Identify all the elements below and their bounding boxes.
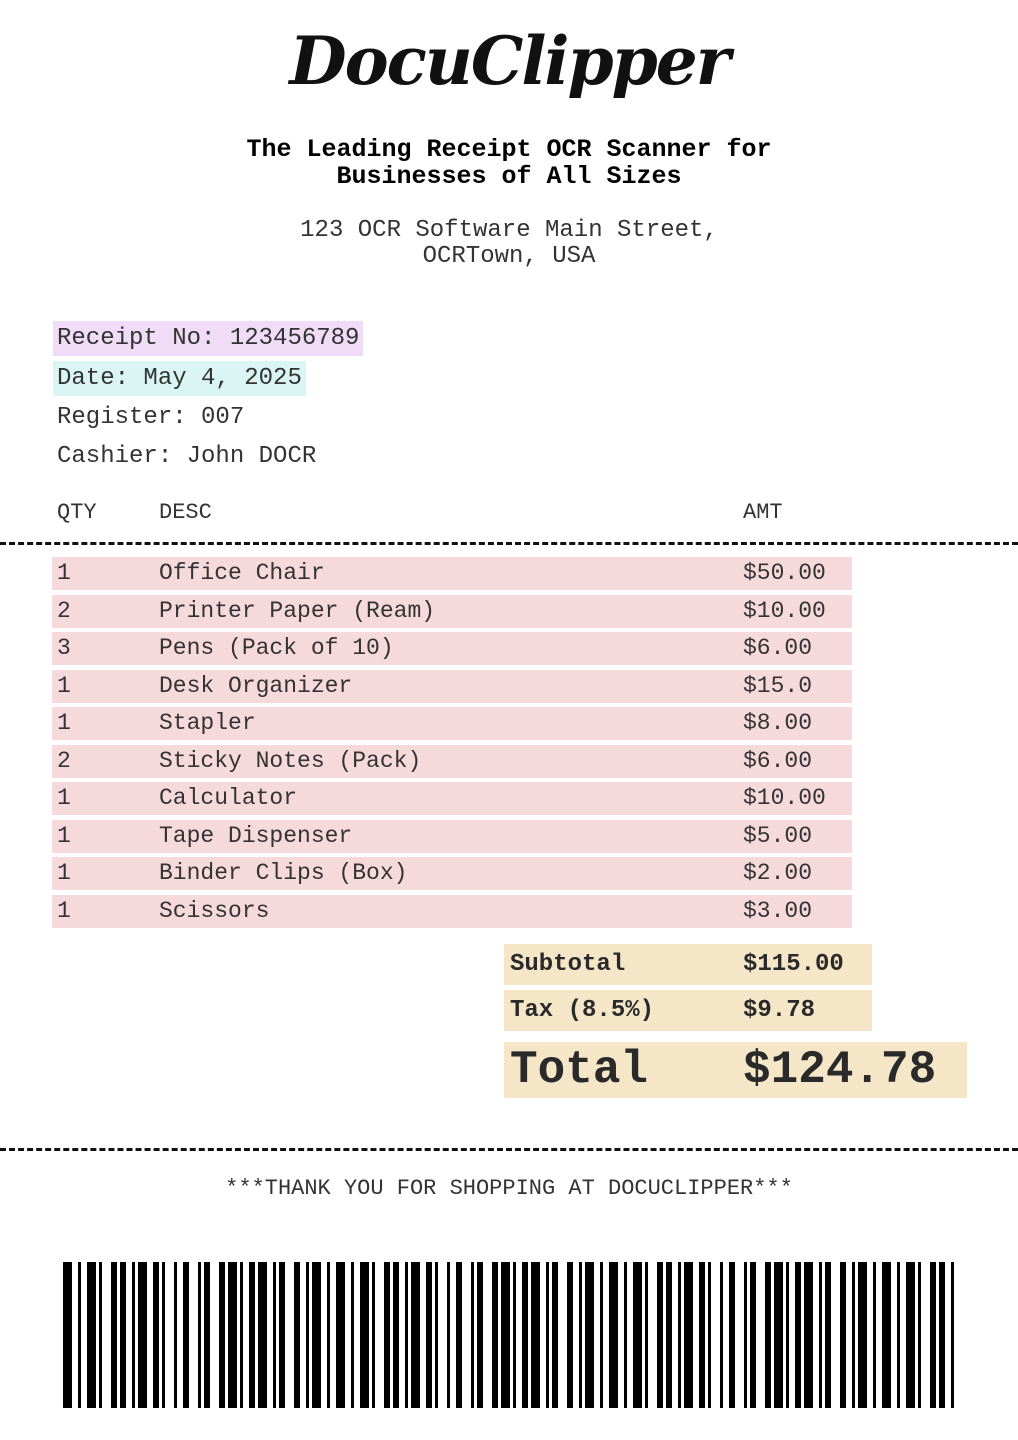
total-value: $124.78 [743, 1044, 937, 1096]
item-desc: Printer Paper (Ream) [159, 597, 436, 624]
register-number: Register: 007 [57, 404, 245, 431]
line-item: 2 Printer Paper (Ream) $10.00 [52, 594, 852, 628]
total-row: Total $124.78 [504, 1042, 967, 1098]
item-amt: $8.00 [743, 710, 813, 736]
brand-logo: DocuClipper [289, 22, 730, 100]
tagline-line-1: The Leading Receipt OCR Scanner for [246, 135, 772, 164]
line-items: 1 Office Chair $50.00 2 Printer Paper (R… [52, 557, 852, 932]
line-item: 1 Binder Clips (Box) $2.00 [52, 857, 852, 890]
tax-value: $9.78 [743, 997, 816, 1024]
item-qty: 1 [57, 897, 71, 924]
item-qty: 1 [57, 560, 71, 586]
subtotal-row: Subtotal $115.00 [504, 944, 872, 985]
subtotal-label: Subtotal [510, 951, 626, 978]
receipt-number: Receipt No: 123456789 [53, 321, 364, 356]
column-header-desc: DESC [159, 500, 212, 525]
item-qty: 3 [57, 635, 71, 661]
item-desc: Binder Clips (Box) [159, 860, 408, 886]
item-desc: Calculator [159, 785, 298, 811]
item-desc: Office Chair [159, 560, 325, 586]
column-header-qty: QTY [57, 500, 97, 525]
item-qty: 1 [57, 860, 71, 886]
item-amt: $6.00 [743, 635, 813, 661]
tax-row: Tax (8.5%) $9.78 [504, 990, 872, 1031]
address-line-1: 123 OCR Software Main Street, [300, 217, 718, 244]
item-amt: $15.0 [743, 672, 813, 699]
item-amt: $6.00 [743, 747, 813, 774]
item-qty: 1 [57, 785, 71, 811]
divider-bottom [0, 1148, 1018, 1151]
column-header-amt: AMT [743, 500, 783, 525]
item-amt: $10.00 [743, 597, 826, 624]
item-qty: 1 [57, 672, 71, 699]
item-amt: $50.00 [743, 560, 826, 586]
store-address: 123 OCR Software Main Street, OCRTown, U… [0, 218, 1018, 270]
line-item: 1 Stapler $8.00 [52, 707, 852, 740]
item-amt: $5.00 [743, 822, 813, 849]
item-desc: Sticky Notes (Pack) [159, 747, 422, 774]
item-qty: 2 [57, 747, 71, 774]
tagline-line-2: Businesses of All Sizes [336, 162, 682, 191]
line-item: 1 Calculator $10.00 [52, 782, 852, 815]
item-desc: Desk Organizer [159, 672, 353, 699]
subtotal-value: $115.00 [743, 951, 844, 978]
barcode [63, 1262, 954, 1408]
cashier-name: Cashier: John DOCR [57, 443, 317, 470]
item-amt: $2.00 [743, 860, 813, 886]
item-qty: 1 [57, 710, 71, 736]
item-amt: $3.00 [743, 897, 813, 924]
item-qty: 1 [57, 822, 71, 849]
thank-you-message: ***THANK YOU FOR SHOPPING AT DOCUCLIPPER… [225, 1176, 793, 1201]
total-label: Total [510, 1044, 649, 1096]
line-item: 1 Desk Organizer $15.0 [52, 669, 852, 703]
item-amt: $10.00 [743, 785, 826, 811]
item-qty: 2 [57, 597, 71, 624]
tax-label: Tax (8.5%) [510, 997, 655, 1024]
tagline: The Leading Receipt OCR Scanner for Busi… [0, 136, 1018, 190]
item-desc: Pens (Pack of 10) [159, 635, 394, 661]
line-item: 3 Pens (Pack of 10) $6.00 [52, 632, 852, 665]
item-desc: Scissors [159, 897, 270, 924]
line-item: 1 Office Chair $50.00 [52, 557, 852, 590]
item-desc: Stapler [159, 710, 256, 736]
line-item: 1 Scissors $3.00 [52, 894, 852, 928]
line-item: 1 Tape Dispenser $5.00 [52, 819, 852, 853]
divider-top [0, 542, 1018, 545]
address-line-2: OCRTown, USA [422, 243, 596, 270]
item-desc: Tape Dispenser [159, 822, 353, 849]
line-item: 2 Sticky Notes (Pack) $6.00 [52, 744, 852, 778]
receipt-date: Date: May 4, 2025 [53, 361, 306, 396]
